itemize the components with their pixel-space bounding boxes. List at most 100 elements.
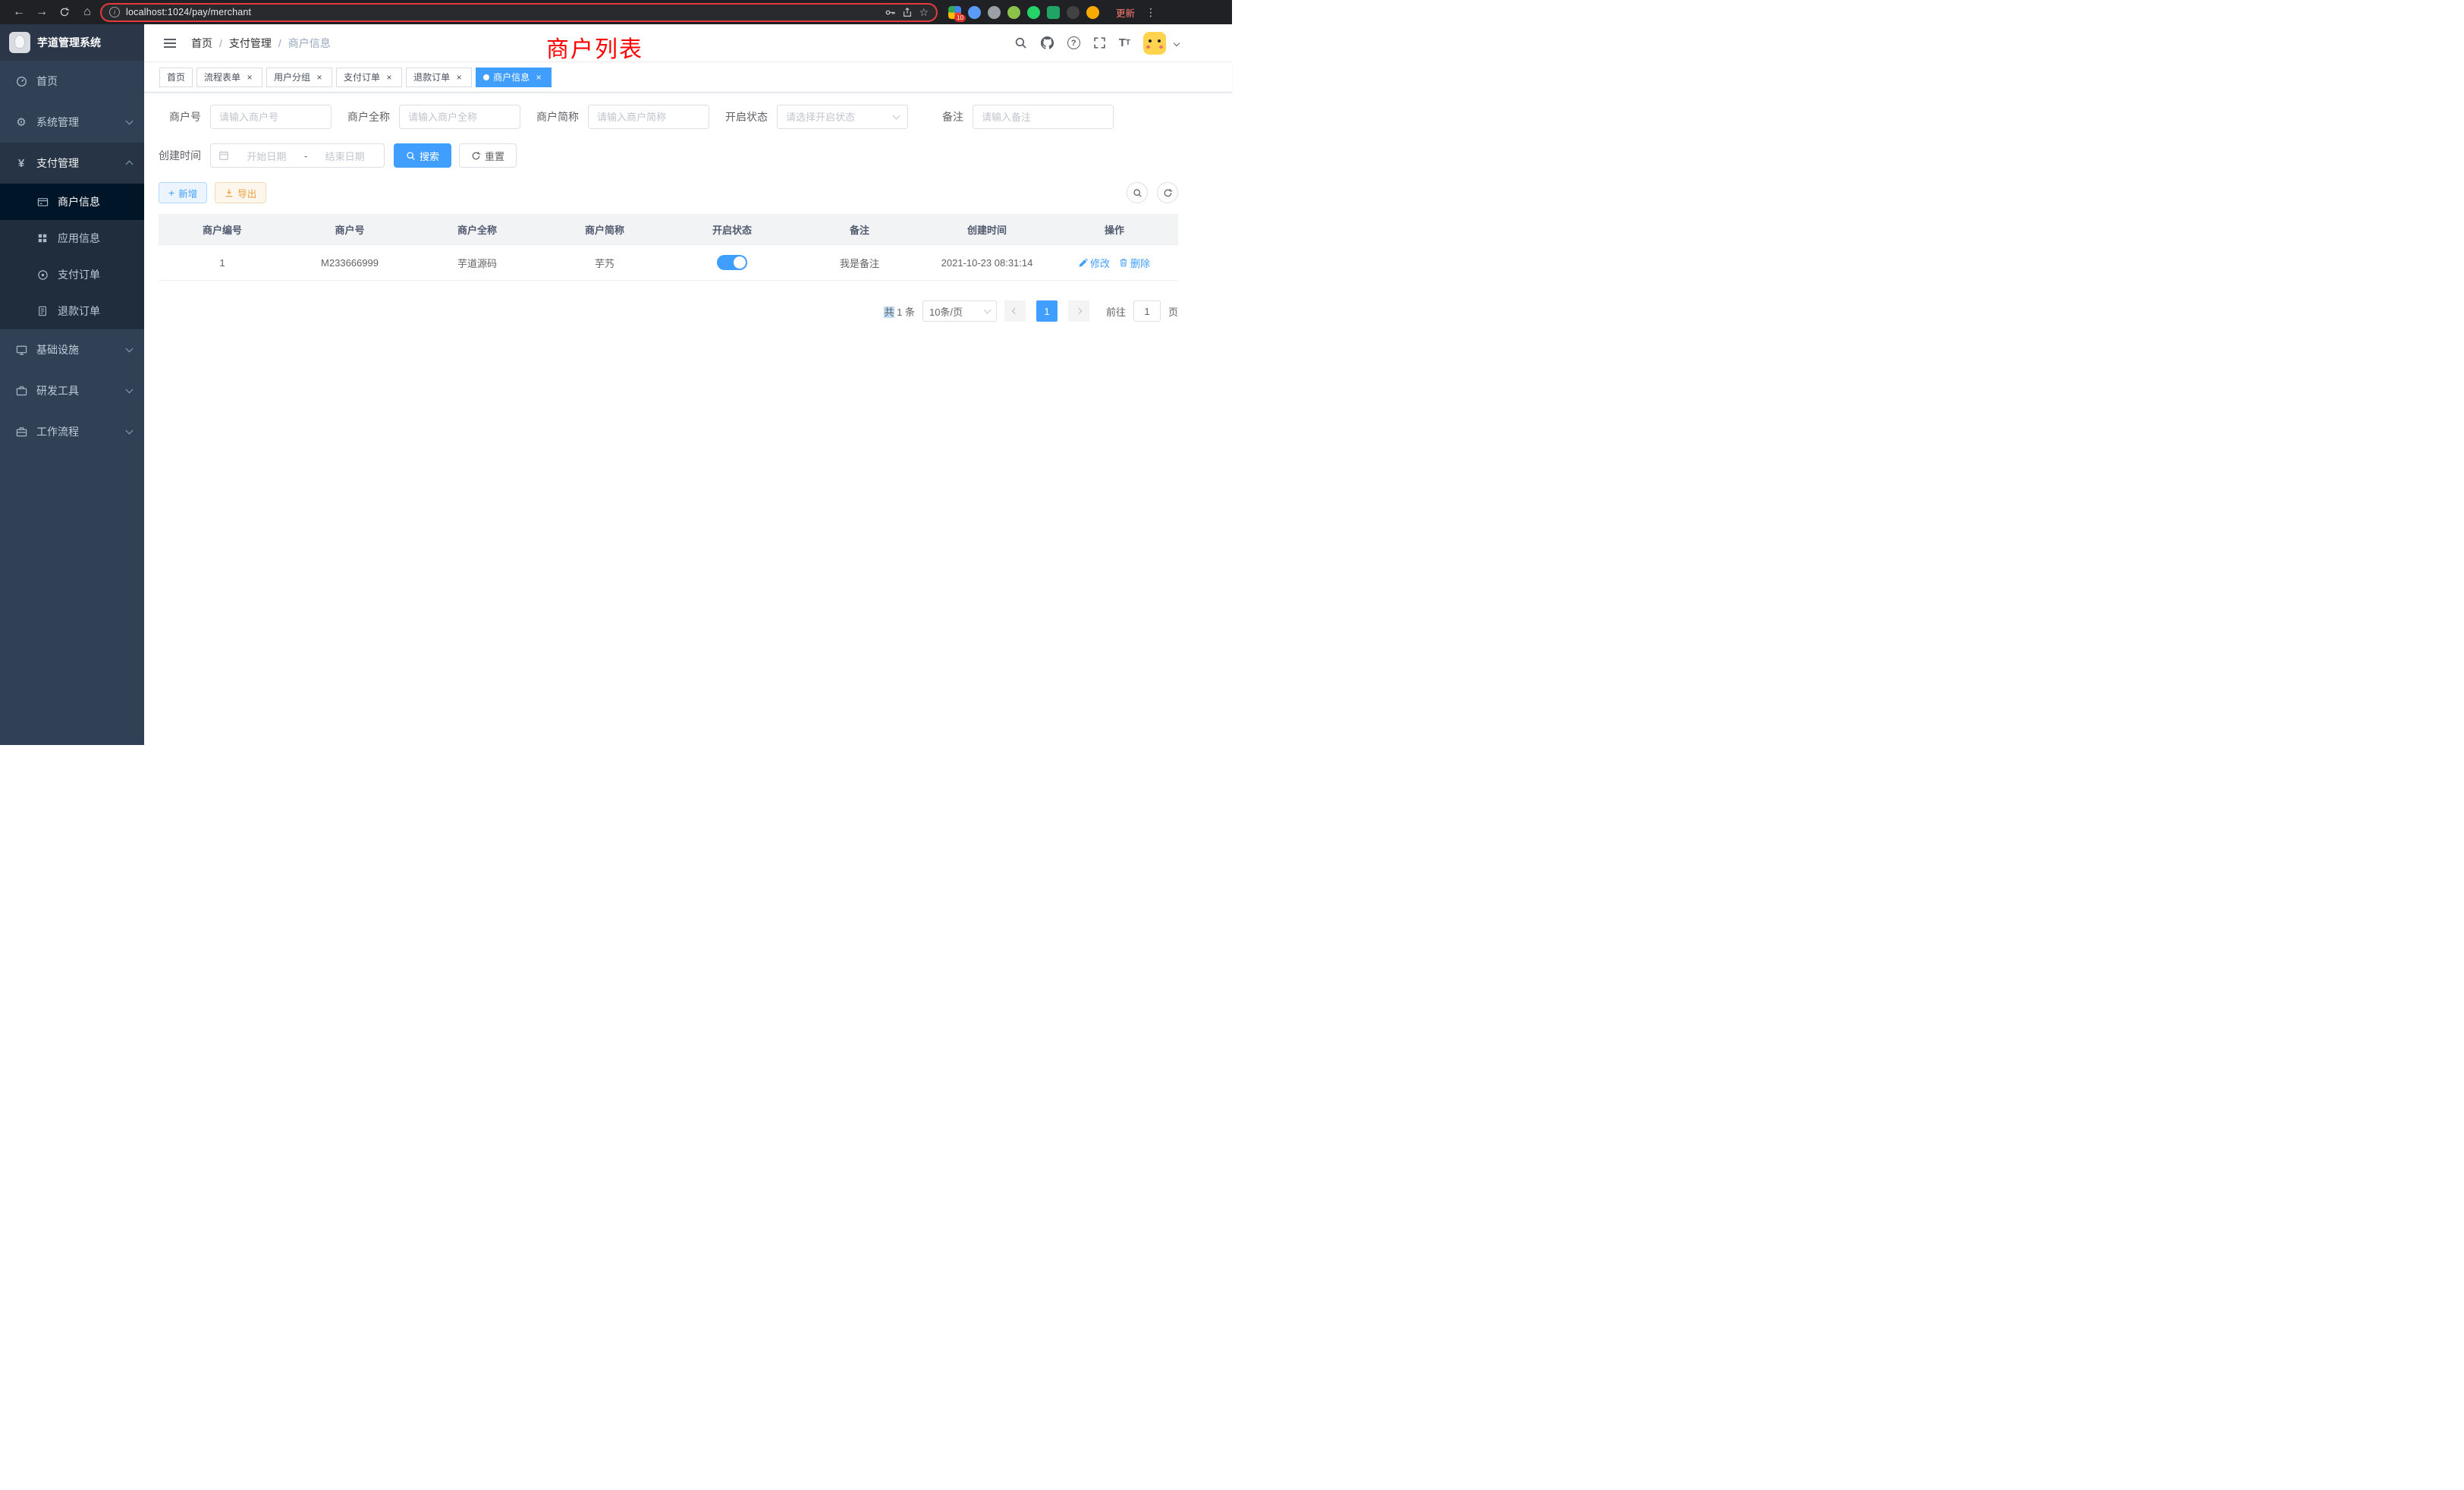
yen-icon: ¥	[15, 157, 27, 170]
goto-page-input[interactable]	[1134, 301, 1160, 321]
briefcase-icon	[15, 426, 27, 438]
extension-puzzle-icon[interactable]: 10	[948, 6, 961, 19]
table-row: 1 M233666999 芋道源码 芋艿 我是备注 2021-10-23 08:…	[159, 245, 1178, 281]
toolbox-icon	[15, 385, 27, 397]
share-icon[interactable]	[902, 7, 913, 17]
filter-row-1: 商户号 商户全称 商户简称 开启状态	[159, 105, 1178, 129]
date-range-picker[interactable]: 开始日期 - 结束日期	[210, 143, 385, 168]
chevron-down-icon	[126, 386, 134, 394]
sidebar-item-infrastructure[interactable]: 基础设施	[0, 329, 144, 370]
start-date-placeholder[interactable]: 开始日期	[235, 149, 298, 163]
browser-back-button[interactable]: ←	[8, 2, 30, 23]
refresh-icon	[471, 151, 481, 161]
status-label: 开启状态	[725, 109, 777, 124]
extension-gray-icon[interactable]	[988, 6, 1001, 19]
extension-green-square-icon[interactable]	[1047, 6, 1060, 19]
browser-reload-button[interactable]	[53, 2, 76, 23]
close-icon[interactable]	[244, 72, 255, 83]
pagination: 共 1 条 10条/页 1 前往 页	[159, 300, 1178, 322]
browser-update-button[interactable]: 更新	[1110, 3, 1141, 22]
chevron-down-icon	[126, 345, 134, 353]
extension-badge: 10	[954, 14, 966, 22]
help-icon[interactable]: ?	[1067, 36, 1080, 49]
breadcrumb-payment[interactable]: 支付管理	[229, 36, 272, 51]
sidebar-item-payment[interactable]: ¥ 支付管理	[0, 143, 144, 184]
delete-button[interactable]: 删除	[1119, 256, 1150, 270]
profile-icon[interactable]	[1086, 6, 1099, 19]
goto-label: 前往	[1106, 304, 1126, 319]
annotation-title: 商户列表	[546, 30, 643, 64]
browser-menu-icon[interactable]: ⋮	[1146, 6, 1156, 19]
hamburger-icon[interactable]	[156, 36, 184, 51]
chevron-left-icon	[1012, 308, 1018, 314]
search-button[interactable]: 搜索	[394, 143, 451, 168]
add-button[interactable]: + 新增	[159, 182, 207, 203]
full-name-input[interactable]	[408, 112, 511, 123]
chevron-down-icon	[984, 306, 992, 314]
tab-home[interactable]: 首页	[159, 68, 193, 87]
merchant-no-input[interactable]	[219, 112, 322, 123]
address-bar[interactable]: i localhost:1024/pay/merchant ☆	[100, 3, 938, 22]
tab-user-group[interactable]: 用户分组	[266, 68, 332, 87]
url-text[interactable]: localhost:1024/pay/merchant	[126, 7, 251, 17]
edit-button[interactable]: 修改	[1079, 256, 1110, 270]
card-icon	[36, 196, 49, 208]
search-icon[interactable]	[1014, 36, 1027, 49]
toggle-search-button[interactable]	[1127, 182, 1148, 203]
short-name-input[interactable]	[597, 112, 700, 123]
cell-merchant-id: 1	[159, 245, 286, 280]
full-name-label: 商户全称	[347, 109, 399, 124]
cell-create-time: 2021-10-23 08:31:14	[923, 245, 1051, 280]
breadcrumb-home[interactable]: 首页	[191, 36, 212, 51]
extension-green-icon[interactable]	[1027, 6, 1040, 19]
browser-forward-button[interactable]: →	[30, 2, 53, 23]
page-number-button[interactable]: 1	[1036, 300, 1058, 322]
refresh-table-button[interactable]	[1157, 182, 1178, 203]
export-button[interactable]: 导出	[215, 182, 266, 203]
site-info-icon[interactable]: i	[109, 7, 120, 17]
sidebar-item-system[interactable]: ⚙ 系统管理	[0, 102, 144, 143]
sidebar-item-merchant-info[interactable]: 商户信息	[0, 184, 144, 220]
sidebar-item-app-info[interactable]: 应用信息	[0, 220, 144, 256]
status-select[interactable]	[777, 105, 908, 129]
merchant-no-label: 商户号	[159, 109, 210, 124]
extension-pin-icon[interactable]	[1067, 6, 1080, 19]
close-icon[interactable]	[533, 72, 544, 83]
cell-remark: 我是备注	[796, 245, 923, 280]
sidebar-item-workflow[interactable]: 工作流程	[0, 411, 144, 452]
github-icon[interactable]	[1040, 36, 1054, 50]
fullscreen-icon[interactable]	[1093, 36, 1106, 49]
bookmark-star-icon[interactable]: ☆	[919, 6, 929, 19]
close-icon[interactable]	[384, 72, 394, 83]
reset-button[interactable]: 重置	[459, 143, 517, 168]
extensions-strip: 10	[948, 6, 1099, 19]
extension-avatar-icon[interactable]	[1007, 6, 1020, 19]
prev-page-button[interactable]	[1004, 300, 1026, 322]
password-key-icon[interactable]	[885, 7, 896, 18]
user-avatar[interactable]	[1143, 32, 1166, 55]
avatar-caret-icon[interactable]	[1174, 39, 1180, 46]
extension-blue-icon[interactable]	[968, 6, 981, 19]
page-size-select[interactable]: 10条/页	[922, 300, 997, 322]
close-icon[interactable]	[454, 72, 464, 83]
sidebar-item-dev-tools[interactable]: 研发工具	[0, 370, 144, 411]
tab-merchant-info[interactable]: 商户信息	[476, 68, 552, 87]
close-icon[interactable]	[314, 72, 325, 83]
sidebar-item-home[interactable]: 首页	[0, 61, 144, 102]
font-size-icon[interactable]: TT	[1119, 36, 1130, 49]
tab-process-form[interactable]: 流程表单	[196, 68, 262, 87]
tab-pay-order[interactable]: 支付订单	[336, 68, 402, 87]
remark-input[interactable]	[982, 112, 1105, 123]
navbar-actions: ? TT	[1014, 32, 1179, 55]
end-date-placeholder[interactable]: 结束日期	[313, 149, 376, 163]
chevron-up-icon	[126, 161, 134, 168]
app-logo[interactable]: 芋道管理系统	[0, 24, 144, 61]
sidebar-item-pay-order[interactable]: 支付订单	[0, 256, 144, 293]
monitor-icon	[15, 344, 27, 356]
tab-refund-order[interactable]: 退款订单	[406, 68, 472, 87]
status-toggle[interactable]	[717, 255, 747, 270]
page-unit-label: 页	[1168, 304, 1178, 319]
next-page-button[interactable]	[1068, 300, 1089, 322]
sidebar-item-refund-order[interactable]: 退款订单	[0, 293, 144, 329]
browser-home-button[interactable]: ⌂	[76, 2, 99, 23]
